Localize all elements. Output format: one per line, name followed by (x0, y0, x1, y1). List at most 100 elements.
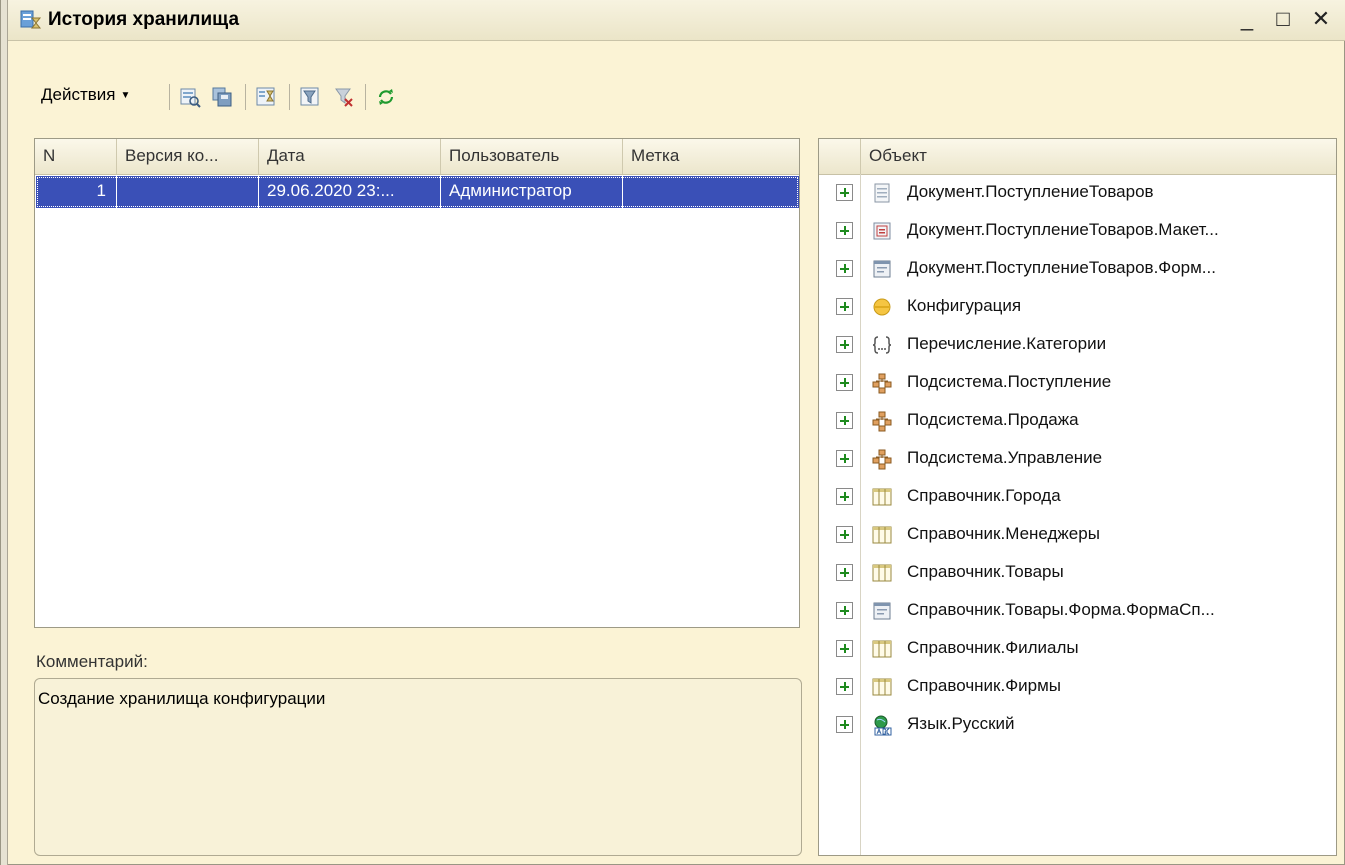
close-button[interactable]: ✕ (1308, 6, 1334, 32)
column-header-label[interactable]: Метка (623, 139, 799, 174)
tree-item-label: Справочник.Товары (907, 562, 1064, 581)
expand-icon[interactable] (836, 260, 853, 277)
subsystem-icon (872, 373, 892, 394)
expand-icon[interactable] (836, 412, 853, 429)
tree-item-label: Справочник.Менеджеры (907, 524, 1100, 543)
row-number: 1 (36, 176, 117, 208)
title-bar[interactable]: История хранилища _ □ ✕ (8, 0, 1345, 41)
tree-item[interactable]: Подсистема.Управление (819, 442, 1336, 480)
table-row[interactable]: 1 29.06.2020 23:... Администратор (36, 176, 799, 208)
comment-label: Комментарий: (36, 652, 148, 671)
view-version-icon[interactable] (179, 86, 201, 108)
tree-item[interactable]: Подсистема.Поступление (819, 366, 1336, 404)
column-header-date[interactable]: Дата (259, 139, 441, 174)
row-date: 29.06.2020 23:... (259, 176, 441, 208)
row-version (117, 176, 259, 208)
expand-icon[interactable] (836, 336, 853, 353)
refresh-icon[interactable] (375, 86, 397, 108)
catalog-icon (872, 678, 892, 696)
tree-item-label: Справочник.Филиалы (907, 638, 1079, 657)
actions-label: Действия (41, 85, 116, 104)
tree-item[interactable]: Справочник.Города (819, 480, 1336, 518)
catalog-icon (872, 564, 892, 582)
column-header-user[interactable]: Пользователь (441, 139, 623, 174)
tree-item[interactable]: Конфигурация (819, 290, 1336, 328)
tree-item[interactable]: Справочник.Товары.Форма.ФормаСп... (819, 594, 1336, 632)
tree-item[interactable]: Справочник.Филиалы (819, 632, 1336, 670)
enum-icon (872, 336, 892, 354)
catalog-icon (872, 640, 892, 658)
expand-icon[interactable] (836, 222, 853, 239)
expand-icon[interactable] (836, 640, 853, 657)
tree-item-label: Документ.ПоступлениеТоваров (907, 182, 1154, 201)
row-user: Администратор (441, 176, 623, 208)
tree-item[interactable]: Документ.ПоступлениеТоваров.Форм... (819, 252, 1336, 290)
expand-icon[interactable] (836, 564, 853, 581)
storage-history-window: История хранилища _ □ ✕ Действия ▼ N Вер… (0, 0, 1345, 865)
chevron-down-icon: ▼ (120, 90, 131, 102)
column-header-n[interactable]: N (35, 139, 117, 174)
tree-item[interactable]: Справочник.Фирмы (819, 670, 1336, 708)
clear-filter-icon[interactable] (333, 86, 355, 108)
minimize-button[interactable]: _ (1234, 6, 1260, 32)
subsystem-icon (872, 449, 892, 470)
tree-item[interactable]: Язык.Русский (819, 708, 1336, 746)
template-icon (873, 222, 891, 240)
tree-item-label: Язык.Русский (907, 714, 1015, 733)
tree-item[interactable]: Справочник.Товары (819, 556, 1336, 594)
objects-tree[interactable]: Объект Документ.ПоступлениеТоваров Докум… (818, 138, 1337, 856)
tree-item-label: Справочник.Фирмы (907, 676, 1061, 695)
form-icon (873, 260, 891, 278)
tree-item-label: Справочник.Товары.Форма.ФормаСп... (907, 600, 1215, 619)
tree-item-label: Документ.ПоступлениеТоваров.Форм... (907, 258, 1216, 277)
expand-icon[interactable] (836, 374, 853, 391)
tree-item[interactable]: Перечисление.Категории (819, 328, 1336, 366)
expand-icon[interactable] (836, 184, 853, 201)
history-table-header: N Версия ко... Дата Пользователь Метка (35, 139, 799, 175)
tree-item-label: Перечисление.Категории (907, 334, 1107, 353)
subsystem-icon (872, 411, 892, 432)
toolbar-separator (365, 84, 366, 110)
expand-icon[interactable] (836, 602, 853, 619)
tree-item-label: Подсистема.Управление (907, 448, 1103, 467)
expand-icon[interactable] (836, 716, 853, 733)
window-left-edge (1, 0, 8, 865)
expand-icon[interactable] (836, 526, 853, 543)
tree-item[interactable]: Подсистема.Продажа (819, 404, 1336, 442)
expand-icon[interactable] (836, 678, 853, 695)
expand-icon[interactable] (836, 450, 853, 467)
window-title: История хранилища (48, 9, 240, 30)
toolbar-separator (245, 84, 246, 110)
tree-header-gutter (819, 139, 861, 174)
tree-item-label: Документ.ПоступлениеТоваров.Макет... (907, 220, 1219, 239)
toolbar-separator (289, 84, 290, 110)
tree-item-label: Подсистема.Продажа (907, 410, 1079, 429)
tree-item-label: Справочник.Города (907, 486, 1061, 505)
catalog-icon (872, 488, 892, 506)
toolbar-separator (169, 84, 170, 110)
storage-history-icon (20, 10, 42, 29)
column-header-object[interactable]: Объект (869, 139, 927, 173)
row-label (623, 176, 799, 208)
filter-icon[interactable] (299, 86, 321, 108)
tree-item[interactable]: Документ.ПоступлениеТоваров (819, 176, 1336, 214)
form-icon (873, 602, 891, 620)
expand-icon[interactable] (836, 298, 853, 315)
save-version-icon[interactable] (211, 86, 233, 108)
maximize-button[interactable]: □ (1270, 6, 1296, 32)
actions-menu-button[interactable]: Действия ▼ (41, 85, 130, 105)
expand-icon[interactable] (836, 488, 853, 505)
configuration-icon (873, 298, 891, 316)
tree-item[interactable]: Справочник.Менеджеры (819, 518, 1336, 556)
tree-item-label: Конфигурация (907, 296, 1022, 315)
column-header-version[interactable]: Версия ко... (117, 139, 259, 174)
catalog-icon (872, 526, 892, 544)
compare-icon[interactable] (255, 86, 277, 108)
tree-item[interactable]: Документ.ПоступлениеТоваров.Макет... (819, 214, 1336, 252)
comment-field[interactable]: Создание хранилища конфигурации (34, 678, 802, 856)
objects-tree-header: Объект (819, 139, 1336, 175)
history-table[interactable]: N Версия ко... Дата Пользователь Метка 1… (34, 138, 800, 628)
language-icon (874, 715, 892, 736)
tree-item-label: Подсистема.Поступление (907, 372, 1112, 391)
document-icon (874, 183, 890, 203)
